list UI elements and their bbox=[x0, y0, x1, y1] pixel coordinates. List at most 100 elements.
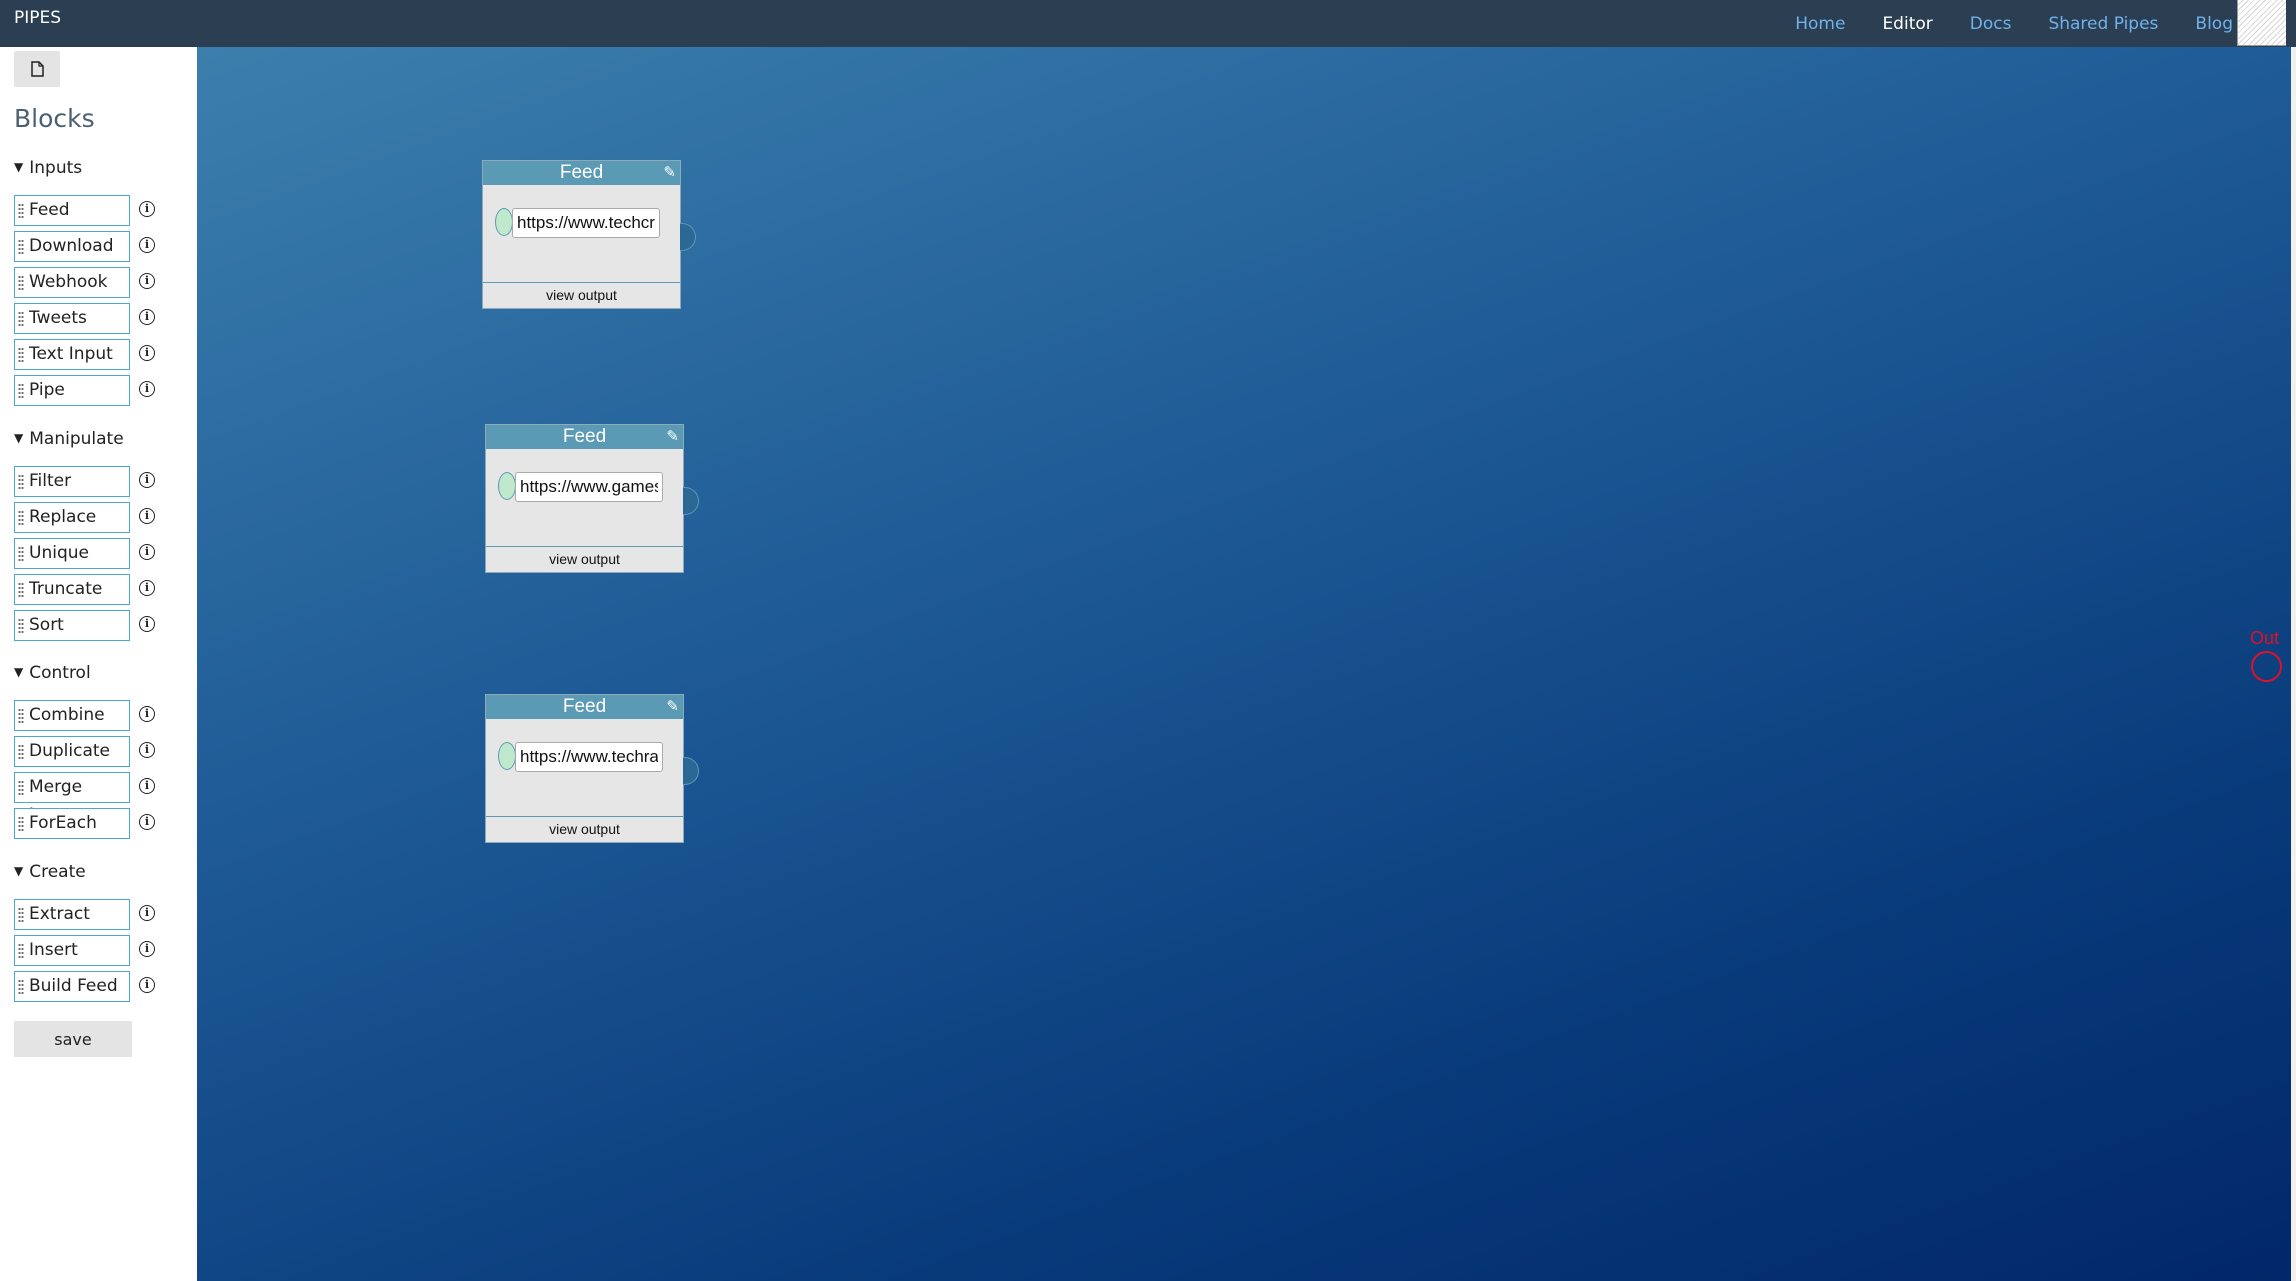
info-icon[interactable]: i bbox=[139, 580, 155, 596]
block-insert[interactable]: Insert bbox=[14, 935, 130, 966]
info-icon[interactable]: i bbox=[139, 616, 155, 632]
section-control-toggle[interactable]: ▼ Control bbox=[14, 663, 91, 683]
block-filter[interactable]: Filter bbox=[14, 466, 130, 497]
node-header[interactable]: Feed ✎ bbox=[483, 161, 680, 185]
block-download[interactable]: Download bbox=[14, 231, 130, 262]
block-extract[interactable]: Extract bbox=[14, 899, 130, 930]
drag-grip-icon bbox=[18, 708, 24, 723]
block-label: Webhook bbox=[29, 272, 108, 292]
input-port[interactable] bbox=[498, 742, 516, 770]
info-icon[interactable]: i bbox=[139, 309, 155, 325]
info-icon[interactable]: i bbox=[139, 472, 155, 488]
block-label: ForEach bbox=[29, 813, 97, 833]
edit-icon[interactable]: ✎ bbox=[663, 161, 676, 185]
section-create-toggle[interactable]: ▼ Create bbox=[14, 862, 86, 882]
block-sort[interactable]: Sort bbox=[14, 610, 130, 641]
drag-grip-icon bbox=[18, 780, 24, 795]
drag-grip-icon bbox=[18, 275, 24, 290]
info-icon[interactable]: i bbox=[139, 977, 155, 993]
block-feed[interactable]: Feed bbox=[14, 195, 130, 226]
info-icon[interactable]: i bbox=[139, 905, 155, 921]
info-icon[interactable]: i bbox=[139, 201, 155, 217]
block-merge-items[interactable]: Merge Items bbox=[14, 772, 130, 825]
info-icon[interactable]: i bbox=[139, 814, 155, 830]
info-icon[interactable]: i bbox=[139, 706, 155, 722]
section-manipulate-toggle[interactable]: ▼ Manipulate bbox=[14, 429, 124, 449]
nav-blog[interactable]: Blog bbox=[2195, 14, 2233, 34]
block-replace[interactable]: Replace bbox=[14, 502, 130, 533]
new-file-button[interactable] bbox=[14, 51, 60, 87]
feed-url-input[interactable] bbox=[515, 472, 663, 502]
block-label: Duplicate bbox=[29, 741, 110, 761]
block-tweets[interactable]: Tweets bbox=[14, 303, 130, 334]
info-icon[interactable]: i bbox=[139, 237, 155, 253]
info-icon[interactable]: i bbox=[139, 273, 155, 289]
node-title: Feed bbox=[562, 696, 607, 717]
nav-links: Home Editor Docs Shared Pipes Blog bbox=[1758, 0, 2233, 47]
edit-icon[interactable]: ✎ bbox=[666, 425, 679, 449]
nav-home[interactable]: Home bbox=[1795, 14, 1845, 34]
block-text-input[interactable]: Text Input bbox=[14, 339, 130, 370]
nav-editor[interactable]: Editor bbox=[1882, 14, 1932, 34]
block-label: Pipe bbox=[29, 380, 65, 400]
block-truncate[interactable]: Truncate bbox=[14, 574, 130, 605]
node-header[interactable]: Feed ✎ bbox=[486, 695, 683, 719]
pipe-output-port[interactable] bbox=[2251, 651, 2282, 682]
info-icon[interactable]: i bbox=[139, 742, 155, 758]
drag-grip-icon bbox=[18, 311, 24, 326]
block-combine[interactable]: Combine bbox=[14, 700, 130, 731]
info-icon[interactable]: i bbox=[139, 381, 155, 397]
node-title: Feed bbox=[562, 426, 607, 447]
feed-node-3[interactable]: Feed ✎ view output bbox=[485, 694, 699, 843]
block-label: Sort bbox=[29, 615, 64, 635]
view-output-button[interactable]: view output bbox=[486, 546, 683, 572]
view-output-button[interactable]: view output bbox=[483, 282, 680, 308]
view-output-button[interactable]: view output bbox=[486, 816, 683, 842]
section-label: Manipulate bbox=[29, 429, 124, 449]
info-icon[interactable]: i bbox=[139, 345, 155, 361]
edit-icon[interactable]: ✎ bbox=[666, 695, 679, 719]
drag-grip-icon bbox=[18, 383, 24, 398]
triangle-down-icon: ▼ bbox=[14, 431, 24, 445]
block-webhook[interactable]: Webhook bbox=[14, 267, 130, 298]
input-port[interactable] bbox=[498, 472, 516, 500]
block-label: Feed bbox=[29, 200, 70, 220]
feed-node-2[interactable]: Feed ✎ view output bbox=[485, 424, 699, 573]
block-label: Filter bbox=[29, 471, 72, 491]
triangle-down-icon: ▼ bbox=[14, 665, 24, 679]
node-header[interactable]: Feed ✎ bbox=[486, 425, 683, 449]
app-brand[interactable]: PIPES bbox=[14, 8, 61, 28]
nav-docs[interactable]: Docs bbox=[1970, 14, 2012, 34]
info-icon[interactable]: i bbox=[139, 508, 155, 524]
nav-shared-pipes[interactable]: Shared Pipes bbox=[2048, 14, 2158, 34]
info-icon[interactable]: i bbox=[139, 778, 155, 794]
block-label: Truncate bbox=[29, 579, 103, 599]
drag-grip-icon bbox=[18, 347, 24, 362]
output-port[interactable] bbox=[680, 223, 696, 251]
block-pipe[interactable]: Pipe bbox=[14, 375, 130, 406]
feed-url-input[interactable] bbox=[512, 208, 660, 238]
block-foreach[interactable]: ForEach bbox=[14, 808, 130, 839]
block-label: Unique bbox=[29, 543, 89, 563]
user-avatar[interactable] bbox=[2237, 0, 2286, 46]
block-label: Extract bbox=[29, 904, 90, 924]
save-button[interactable]: save bbox=[14, 1021, 132, 1057]
pipe-canvas[interactable]: Feed ✎ view output Feed ✎ view output Fe… bbox=[197, 47, 2291, 1281]
output-port[interactable] bbox=[683, 757, 699, 785]
section-inputs-toggle[interactable]: ▼ Inputs bbox=[14, 158, 82, 178]
drag-grip-icon bbox=[18, 582, 24, 597]
block-label: Text Input bbox=[29, 344, 113, 364]
input-port[interactable] bbox=[495, 208, 513, 236]
vertical-scrollbar[interactable] bbox=[2291, 47, 2296, 1281]
section-label: Inputs bbox=[29, 158, 83, 178]
drag-grip-icon bbox=[18, 203, 24, 218]
block-unique[interactable]: Unique bbox=[14, 538, 130, 569]
info-icon[interactable]: i bbox=[139, 544, 155, 560]
feed-node-1[interactable]: Feed ✎ view output bbox=[482, 160, 696, 309]
block-build-feed[interactable]: Build Feed bbox=[14, 971, 130, 1002]
output-port[interactable] bbox=[683, 487, 699, 515]
drag-grip-icon bbox=[18, 907, 24, 922]
feed-url-input[interactable] bbox=[515, 742, 663, 772]
block-duplicate[interactable]: Duplicate bbox=[14, 736, 130, 767]
info-icon[interactable]: i bbox=[139, 941, 155, 957]
